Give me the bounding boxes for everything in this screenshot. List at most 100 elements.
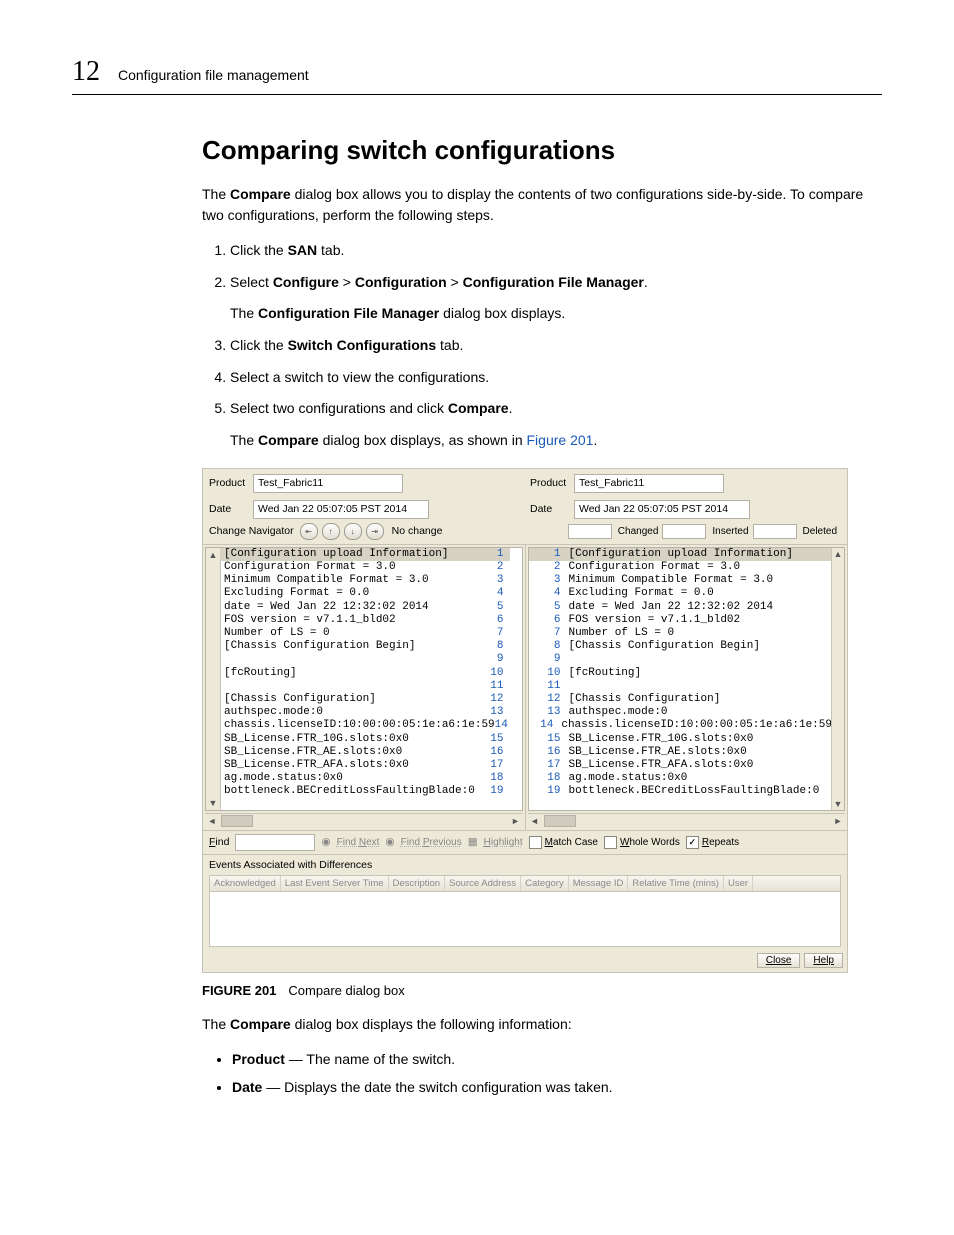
right-vscroll[interactable]: ▲▼ <box>831 548 844 810</box>
find-label: Find <box>209 836 229 848</box>
page-running-title: Configuration file management <box>118 67 309 83</box>
code-line: 8[Chassis Configuration Begin] <box>529 640 833 653</box>
code-line: [Chassis Configuration Begin]8 <box>220 640 510 653</box>
events-column-header[interactable]: Description <box>389 876 446 891</box>
match-case-checkbox[interactable]: Match Case <box>529 836 598 849</box>
code-line: 13authspec.mode:0 <box>529 706 833 719</box>
step-5: Select two configurations and click Comp… <box>230 398 882 451</box>
code-line: 15SB_License.FTR_10G.slots:0x0 <box>529 733 833 746</box>
code-line: 2Configuration Format = 3.0 <box>529 561 833 574</box>
code-line: [fcRouting]10 <box>220 667 510 680</box>
code-line: 9 <box>529 653 833 666</box>
code-line: 9 <box>220 653 510 666</box>
code-line: ag.mode.status:0x018 <box>220 772 510 785</box>
right-code-pane: 1[Configuration upload Information]2Conf… <box>525 545 848 830</box>
left-code-pane: ▲▼ [Configuration upload Information]1Co… <box>203 545 525 830</box>
events-column-header[interactable]: User <box>724 876 753 891</box>
step-5-sub: The Compare dialog box displays, as show… <box>230 430 882 452</box>
events-column-header[interactable]: Source Address <box>445 876 521 891</box>
bullet-date: Date — Displays the date the switch conf… <box>232 1077 882 1099</box>
code-line: 11 <box>220 680 510 693</box>
find-input[interactable] <box>235 834 315 851</box>
product-label-left: Product <box>209 477 245 489</box>
figure-link[interactable]: Figure 201 <box>527 432 594 448</box>
running-header: 12 Configuration file management <box>72 56 882 95</box>
figure-caption: FIGURE 201Compare dialog box <box>202 983 882 998</box>
events-column-header[interactable]: Last Event Server Time <box>281 876 389 891</box>
nav-down-button[interactable]: ↓ <box>344 523 362 540</box>
code-line: 16SB_License.FTR_AE.slots:0x0 <box>529 746 833 759</box>
code-line: Number of LS = 07 <box>220 627 510 640</box>
step-3: Click the Switch Configurations tab. <box>230 335 882 357</box>
post-figure-paragraph: The Compare dialog box displays the foll… <box>202 1014 882 1035</box>
date-field-right[interactable]: Wed Jan 22 05:07:05 PST 2014 <box>574 500 750 519</box>
events-header: Events Associated with Differences <box>203 854 847 873</box>
steps-list: Click the SAN tab. Select Configure > Co… <box>202 240 882 452</box>
code-line: 17SB_License.FTR_AFA.slots:0x0 <box>529 759 833 772</box>
compare-dialog: Product Test_Fabric11 Product Test_Fabri… <box>202 468 848 973</box>
inserted-swatch <box>662 524 706 539</box>
intro-paragraph: The Compare dialog box allows you to dis… <box>202 184 882 226</box>
bullet-product: Product — The name of the switch. <box>232 1049 882 1071</box>
code-line: SB_License.FTR_AFA.slots:0x017 <box>220 759 510 772</box>
code-line: 11 <box>529 680 833 693</box>
code-line: 1[Configuration upload Information] <box>529 548 833 561</box>
code-line: 6FOS version = v7.1.1_bld02 <box>529 614 833 627</box>
step-2: Select Configure > Configuration > Confi… <box>230 272 882 325</box>
find-next-link[interactable]: Find Next <box>337 837 380 848</box>
code-line: [Chassis Configuration]12 <box>220 693 510 706</box>
legend-inserted: Inserted <box>712 526 748 537</box>
find-previous-link[interactable]: Find Previous <box>401 837 462 848</box>
nav-first-button[interactable]: ⇤ <box>300 523 318 540</box>
code-line: 12[Chassis Configuration] <box>529 693 833 706</box>
code-line: Excluding Format = 0.04 <box>220 587 510 600</box>
code-line: SB_License.FTR_AE.slots:0x016 <box>220 746 510 759</box>
step-1: Click the SAN tab. <box>230 240 882 262</box>
code-line: Minimum Compatible Format = 3.03 <box>220 574 510 587</box>
product-field-left[interactable]: Test_Fabric11 <box>253 474 403 493</box>
code-line: 4Excluding Format = 0.0 <box>529 587 833 600</box>
code-line: FOS version = v7.1.1_bld026 <box>220 614 510 627</box>
deleted-swatch <box>753 524 797 539</box>
events-column-header[interactable]: Message ID <box>569 876 629 891</box>
code-line: 5date = Wed Jan 22 12:32:02 2014 <box>529 601 833 614</box>
legend-changed: Changed <box>618 526 659 537</box>
left-vscroll[interactable]: ▲▼ <box>206 548 221 810</box>
code-line: [Configuration upload Information]1 <box>220 548 510 561</box>
product-field-right[interactable]: Test_Fabric11 <box>574 474 724 493</box>
events-column-header[interactable]: Acknowledged <box>210 876 281 891</box>
date-field-left[interactable]: Wed Jan 22 05:07:05 PST 2014 <box>253 500 429 519</box>
nav-last-button[interactable]: ⇥ <box>366 523 384 540</box>
figure-201: Product Test_Fabric11 Product Test_Fabri… <box>202 468 882 973</box>
whole-words-checkbox[interactable]: Whole Words <box>604 836 680 849</box>
code-line: 14chassis.licenseID:10:00:00:05:1e:a6:1e… <box>529 719 833 732</box>
no-change-label: No change <box>392 525 443 537</box>
repeats-checkbox[interactable]: ✓Repeats <box>686 836 739 849</box>
highlight-link[interactable]: Highlight <box>484 837 523 848</box>
step-4: Select a switch to view the configuratio… <box>230 367 882 389</box>
code-line: bottleneck.BECreditLossFaultingBlade:019 <box>220 785 510 798</box>
product-label-right: Product <box>530 477 566 489</box>
code-line: 19bottleneck.BECreditLossFaultingBlade:0 <box>529 785 833 798</box>
page-number: 12 <box>72 56 100 88</box>
change-navigator-label: Change Navigator <box>209 525 294 537</box>
right-hscroll[interactable]: ◄► <box>528 813 846 828</box>
code-line: Configuration Format = 3.02 <box>220 561 510 574</box>
code-line: date = Wed Jan 22 12:32:02 20145 <box>220 601 510 614</box>
events-column-header[interactable]: Category <box>521 876 569 891</box>
left-hscroll[interactable]: ◄► <box>205 813 523 828</box>
code-line: 10[fcRouting] <box>529 667 833 680</box>
step-2-sub: The Configuration File Manager dialog bo… <box>230 303 882 325</box>
code-line: chassis.licenseID:10:00:00:05:1e:a6:1e:5… <box>220 719 510 732</box>
events-table: AcknowledgedLast Event Server TimeDescri… <box>209 875 841 947</box>
info-bullets: Product — The name of the switch. Date —… <box>202 1049 882 1098</box>
close-button[interactable]: Close <box>757 953 801 968</box>
events-column-header[interactable]: Relative Time (mins) <box>628 876 724 891</box>
code-line: authspec.mode:013 <box>220 706 510 719</box>
help-button[interactable]: Help <box>804 953 843 968</box>
code-line: 7Number of LS = 0 <box>529 627 833 640</box>
section-title: Comparing switch configurations <box>202 135 882 166</box>
changed-swatch <box>568 524 612 539</box>
date-label-left: Date <box>209 503 245 515</box>
nav-up-button[interactable]: ↑ <box>322 523 340 540</box>
